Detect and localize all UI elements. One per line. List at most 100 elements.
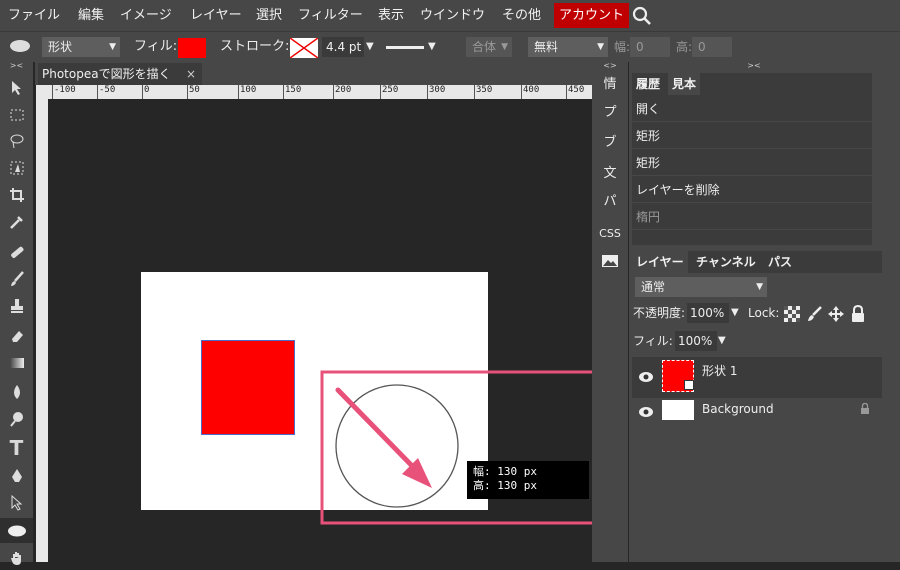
drag-arrow-line <box>335 387 423 477</box>
tab-layers[interactable]: レイヤー <box>632 251 688 273</box>
opacity-value: 100% <box>690 306 725 320</box>
ellipse-drawing-overlay <box>320 370 605 525</box>
red-rectangle-shape[interactable] <box>201 340 295 435</box>
menu-view[interactable]: 表示 <box>378 0 404 31</box>
lock-all-icon[interactable] <box>850 304 866 323</box>
width-value: 0 <box>636 40 644 54</box>
tab-swatches[interactable]: 見本 <box>668 73 701 95</box>
quick-selection-tool-icon[interactable] <box>0 155 33 180</box>
document-tab[interactable]: Photopeaで図形を描く × <box>38 63 202 85</box>
tab-history[interactable]: 履歴 <box>632 73 665 95</box>
style-dropdown[interactable]: 無料 ▼ <box>528 37 608 57</box>
stroke-style-line-icon[interactable] <box>386 46 424 49</box>
collapsed-panel-strip: <> 情 プ ブ 文 パ CSS <box>592 61 628 562</box>
opacity-chevron-icon[interactable]: ▼ <box>731 303 739 323</box>
width-field[interactable]: 0 <box>630 37 670 57</box>
crop-tool-icon[interactable] <box>0 182 33 207</box>
history-item[interactable]: 矩形 <box>632 123 872 149</box>
clone-stamp-tool-icon[interactable] <box>0 293 33 318</box>
menu-select[interactable]: 選択 <box>256 0 282 31</box>
menu-window[interactable]: ウインドウ <box>420 0 485 31</box>
menu-file[interactable]: ファイル <box>8 0 60 31</box>
path-selection-tool-icon[interactable] <box>0 490 33 515</box>
css-panel-button[interactable]: CSS <box>592 220 628 248</box>
layer-row-background[interactable]: Background <box>632 398 882 428</box>
ruler-tick-label: 250 <box>380 85 398 99</box>
character-panel-button[interactable]: 文 <box>592 160 628 188</box>
layer-fill-field[interactable]: 100% <box>675 331 717 351</box>
history-item[interactable]: 開く <box>632 96 872 122</box>
pen-tool-icon[interactable] <box>0 463 33 488</box>
hand-tool-icon[interactable] <box>0 545 33 570</box>
eraser-tool-icon[interactable] <box>0 323 33 348</box>
marquee-tool-icon[interactable] <box>0 102 33 127</box>
lock-pixels-brush-icon[interactable] <box>806 306 822 322</box>
shape-mode-value: 形状 <box>48 40 73 54</box>
expand-arrows-icon[interactable]: <> <box>592 61 628 71</box>
panel-collapse-icon[interactable]: >< <box>629 61 879 71</box>
options-bar: 形状 ▼ フィル: ストローク: 4.4 pt ▼ ▼ 合体 ▼ 無料 ▼ 幅: 0 … <box>0 31 900 62</box>
opacity-field[interactable]: 100% <box>687 303 729 323</box>
dodge-tool-icon[interactable] <box>0 406 33 431</box>
size-tooltip: 幅: 130 px 高: 130 px <box>467 461 589 499</box>
stroke-width-chevron-icon[interactable]: ▼ <box>366 37 374 57</box>
history-item[interactable]: 楕円 <box>632 204 872 230</box>
right-panel-column: >< 履歴 見本 開く 矩形 矩形 レイヤーを削除 楕円 レイヤー チャンネル … <box>629 61 900 562</box>
height-field[interactable]: 0 <box>692 37 732 57</box>
search-icon[interactable] <box>632 6 652 26</box>
lock-position-move-icon[interactable] <box>828 306 844 322</box>
ruler-tick-label: 150 <box>283 85 301 99</box>
width-label: 幅: <box>614 40 631 54</box>
menu-filter[interactable]: フィルター <box>298 0 363 31</box>
chevron-down-icon: ▼ <box>109 42 116 52</box>
height-label: 高: <box>676 40 693 54</box>
history-item[interactable]: レイヤーを削除 <box>632 177 872 203</box>
menu-edit[interactable]: 編集 <box>78 0 104 31</box>
gradient-tool-icon[interactable] <box>0 350 33 375</box>
eye-visibility-icon[interactable] <box>638 406 654 418</box>
blend-mode-dropdown[interactable]: 通常 ▼ <box>635 277 767 297</box>
history-item[interactable]: 矩形 <box>632 150 872 176</box>
layer-fill-chevron-icon[interactable]: ▼ <box>718 331 726 351</box>
stroke-style-chevron-icon[interactable]: ▼ <box>428 37 436 57</box>
menu-more[interactable]: その他 <box>502 0 541 31</box>
eyedropper-tool-icon[interactable] <box>0 209 33 234</box>
ellipse-tool-active-icon[interactable] <box>0 518 33 543</box>
shape-mode-dropdown[interactable]: 形状 ▼ <box>42 37 120 57</box>
move-tool-icon[interactable] <box>0 75 33 100</box>
layer-name[interactable]: 形状 1 <box>702 362 737 379</box>
layer-row-shape[interactable]: 形状 1 <box>632 358 882 398</box>
paragraph-panel-button[interactable]: パ <box>592 188 628 216</box>
brush-tool-icon[interactable] <box>0 266 33 291</box>
menu-layer[interactable]: レイヤー <box>190 0 242 31</box>
layer-thumbnail-background <box>662 400 694 420</box>
healing-brush-tool-icon[interactable] <box>0 239 33 264</box>
layer-name[interactable]: Background <box>702 402 774 416</box>
info-panel-button[interactable]: 情 <box>592 71 628 99</box>
lasso-tool-icon[interactable] <box>0 128 33 153</box>
tooltip-width: 幅: 130 px <box>473 465 537 478</box>
blur-tool-icon[interactable] <box>0 379 33 404</box>
document-tab-title: Photopeaで図形を描く <box>42 67 171 81</box>
tab-channels[interactable]: チャンネル <box>692 251 760 273</box>
text-tool-icon[interactable]: T <box>0 435 33 460</box>
lock-transparency-icon[interactable] <box>784 306 800 322</box>
stroke-width-field[interactable]: 4.4 pt <box>322 37 364 57</box>
combine-dropdown[interactable]: 合体 ▼ <box>466 37 512 57</box>
properties-panel-button[interactable]: プ <box>592 99 628 127</box>
blend-mode-value: 通常 <box>641 280 666 294</box>
eye-visibility-icon[interactable] <box>638 371 654 383</box>
image-panel-icon[interactable] <box>592 247 628 275</box>
ruler-horizontal: -100 -50 0 50 100 150 200 250 300 350 40… <box>48 85 592 99</box>
collapse-arrows-icon[interactable]: >< <box>0 61 33 71</box>
brush-panel-button[interactable]: ブ <box>592 129 628 157</box>
ruler-vertical <box>36 99 48 562</box>
fill-color-swatch[interactable] <box>178 38 206 58</box>
close-icon[interactable]: × <box>186 63 196 85</box>
fill-label: フィル: <box>134 39 178 54</box>
combine-value: 合体 <box>472 40 497 54</box>
menu-account[interactable]: アカウント <box>554 3 630 28</box>
menu-image[interactable]: イメージ <box>120 0 172 31</box>
stroke-color-swatch[interactable] <box>289 37 319 59</box>
tab-paths[interactable]: パス <box>764 251 797 273</box>
